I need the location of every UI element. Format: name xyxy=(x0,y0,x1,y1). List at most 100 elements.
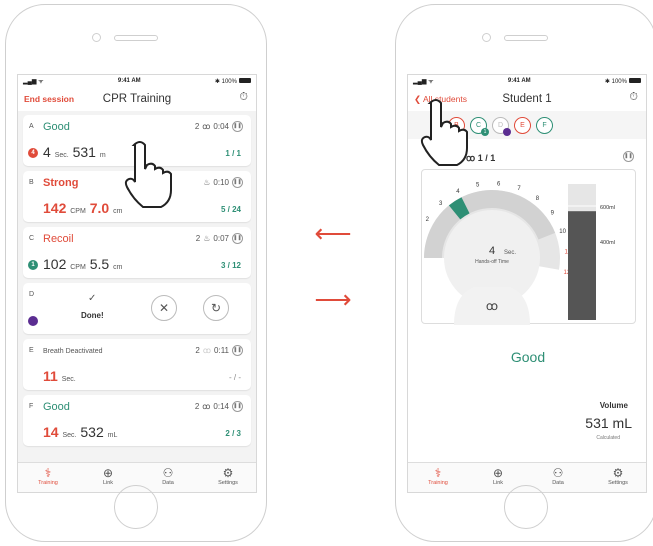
gauge-tick-label: 3 xyxy=(439,201,443,207)
gauge-tick-label: 10 xyxy=(559,229,566,235)
card-metric: 4 Sec. 531 m xyxy=(43,144,106,160)
data-icon: ⚇ xyxy=(162,466,174,480)
pause-icon[interactable]: ❚❚ xyxy=(232,233,243,244)
link-icon: ⊕ xyxy=(102,466,114,480)
signal-icon: ▂▄▆ ᯤ xyxy=(413,79,434,85)
card-status: Good xyxy=(43,121,70,133)
student-card-f[interactable]: F Good 2 ꝏ 0:14 ❚❚ 14 Sec. 532 mL 2 / 3 xyxy=(23,395,251,446)
tab-settings[interactable]: ⚙ Settings xyxy=(198,463,256,492)
arrow-left-icon: ⟵ xyxy=(314,218,352,248)
battery: ✱ 100% xyxy=(605,78,641,85)
done-label: Done! xyxy=(81,311,104,320)
status-bar: ▂▄▆ ᯤ 9:41 AM ✱ 100% xyxy=(18,75,256,87)
volume-sub: Calculated xyxy=(596,435,620,441)
lungs-icon: ꝏ xyxy=(202,122,211,131)
volume-tick-400: 400ml xyxy=(600,240,615,246)
card-letter: E xyxy=(29,347,34,354)
battery: ✱ 100% xyxy=(215,78,251,85)
gauge-tick-label: 5 xyxy=(476,182,480,188)
manikin-settings-icon[interactable]: ⏱ xyxy=(239,91,248,104)
card-ratio: 5 / 24 xyxy=(220,205,241,214)
volume-value: 531 mL xyxy=(585,415,632,431)
student-tab-e[interactable]: E xyxy=(514,116,531,134)
gauge-center-value: 4 xyxy=(489,245,495,257)
speaker xyxy=(114,35,158,41)
card-metric: 11 Sec. xyxy=(43,368,76,384)
compression-icon: ♨ xyxy=(203,234,211,243)
arrow-right-icon: ⟶ xyxy=(314,284,352,314)
check-icon: ✓ xyxy=(88,293,97,304)
card-meta: 2 ꝏ 0:04 ❚❚ xyxy=(194,121,243,132)
restart-button[interactable]: ↻ xyxy=(203,295,229,321)
card-meta: 2 ꝏ 0:11 ❚❚ xyxy=(195,345,243,356)
camera xyxy=(92,33,101,42)
signal-icon: ▂▄▆ ᯤ xyxy=(23,79,44,85)
pause-icon[interactable]: ❚❚ xyxy=(623,151,634,162)
card-ratio: 2 / 3 xyxy=(225,429,241,438)
gear-icon: ⚙ xyxy=(222,466,234,480)
card-ratio: 3 / 12 xyxy=(220,261,241,270)
status-time: 9:41 AM xyxy=(507,78,531,84)
card-metric: 102 CPM 5.5 cm xyxy=(43,256,123,272)
volume-bar-fill xyxy=(568,211,596,320)
card-status: Good xyxy=(43,401,70,413)
gauge-tick-label: 9 xyxy=(551,211,555,217)
gauge-tick-label: 8 xyxy=(536,196,540,202)
student-tab-f[interactable]: F xyxy=(536,116,553,134)
tab-settings[interactable]: ⚙ Settings xyxy=(588,463,646,492)
gauge-tick-label: 2 xyxy=(426,217,430,223)
phone-right: ▂▄▆ ᯤ 9:41 AM ✱ 100% ❮ All students Stud… xyxy=(395,4,653,542)
manikin-settings-icon[interactable]: ⏱ xyxy=(629,91,638,104)
pause-icon[interactable]: ❚❚ xyxy=(232,345,243,356)
feedback-panel: 01234567891011124Sec.Hands-off Timeꝏ600m… xyxy=(421,169,636,325)
card-status: Strong xyxy=(43,177,79,189)
comparison-stage: ▂▄▆ ᯤ 9:41 AM ✱ 100% End session CPR Tra… xyxy=(0,0,653,546)
card-status: Breath Deactivated xyxy=(43,348,103,355)
card-status: Recoil xyxy=(43,233,74,245)
card-letter: A xyxy=(29,123,34,130)
gauge-center-unit: Sec. xyxy=(504,250,516,256)
home-button[interactable] xyxy=(504,485,548,529)
student-card-d[interactable]: D ✓ Done! ✕ ↻ xyxy=(23,283,251,334)
end-session-button[interactable]: End session xyxy=(24,94,74,104)
card-meta: 2 ꝏ 0:14 ❚❚ xyxy=(194,401,243,412)
remove-manikin-button[interactable]: ✕ xyxy=(151,295,177,321)
gauge-tick-label: 6 xyxy=(497,181,501,187)
phone-left: ▂▄▆ ᯤ 9:41 AM ✱ 100% End session CPR Tra… xyxy=(5,4,267,542)
card-ratio: - / - xyxy=(229,373,241,382)
training-icon: ⚕ xyxy=(44,466,52,480)
tab-training[interactable]: ⚕ Training xyxy=(18,463,78,492)
lungs-icon: ꝏ xyxy=(486,299,498,313)
lungs-icon: ꝏ xyxy=(202,402,211,411)
battery-icon xyxy=(238,78,251,84)
student-detail: ꝏ 1 / 1 ❚❚ 01234567891011124Sec.Hands-of… xyxy=(408,139,646,469)
pause-icon[interactable]: ❚❚ xyxy=(232,177,243,188)
gauge-tick-label: 4 xyxy=(456,189,460,195)
gauge-tick-label: 7 xyxy=(517,186,521,192)
card-letter: B xyxy=(29,179,34,186)
hands-off-gauge: 01234567891011124Sec.Hands-off Timeꝏ600m… xyxy=(424,181,615,325)
student-card-e[interactable]: E Breath Deactivated 2 ꝏ 0:11 ❚❚ 11 Sec. - … xyxy=(23,339,251,390)
tap-hand-icon xyxy=(420,99,468,166)
speaker xyxy=(504,35,548,41)
home-button[interactable] xyxy=(114,485,158,529)
transition-arrows: ⟵ ⟶ xyxy=(308,218,358,314)
result-text: Good xyxy=(510,349,546,365)
gear-icon: ⚙ xyxy=(612,466,624,480)
camera xyxy=(482,33,491,42)
pause-icon[interactable]: ❚❚ xyxy=(232,401,243,412)
compression-icon: ♨ xyxy=(203,178,211,187)
pause-icon[interactable]: ❚❚ xyxy=(232,121,243,132)
student-color-dot xyxy=(28,316,38,326)
tab-training[interactable]: ⚕ Training xyxy=(408,463,468,492)
lungs-icon: ꝏ xyxy=(202,346,212,355)
card-letter: D xyxy=(29,291,35,298)
battery-icon xyxy=(628,78,641,84)
count-badge: 4 xyxy=(28,148,38,158)
card-ratio: 1 / 1 xyxy=(225,149,241,158)
student-card-c[interactable]: C Recoil 2 ♨ 0:07 ❚❚ 1 102 CPM 5.5 cm 3 / 1… xyxy=(23,227,251,278)
volume-label: Volume xyxy=(599,401,628,410)
student-tab-d[interactable]: D xyxy=(492,116,511,136)
card-meta: ♨ 0:10 ❚❚ xyxy=(203,177,243,188)
volume-tick-600: 600ml xyxy=(600,205,615,211)
